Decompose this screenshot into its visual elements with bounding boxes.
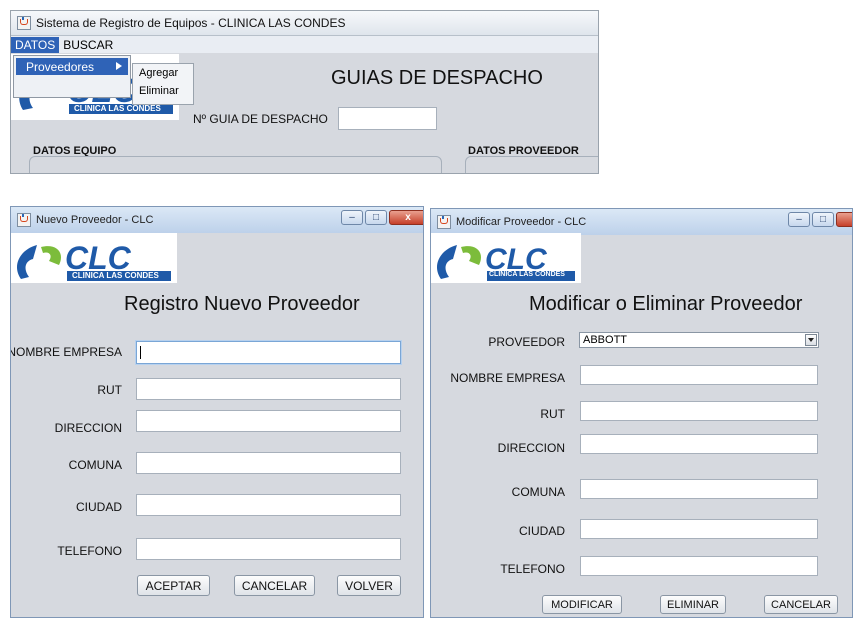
main-window: Sistema de Registro de Equipos - CLINICA… [10, 10, 599, 174]
input-telefono[interactable] [136, 538, 401, 560]
guia-label: Nº GUIA DE DESPACHO [193, 112, 328, 126]
submenu-arrow-icon [116, 62, 122, 70]
submenu-eliminar[interactable]: Eliminar [133, 82, 193, 100]
label-telefono: TELEFONO [500, 562, 565, 576]
minimize-icon[interactable]: – [788, 212, 810, 227]
chevron-down-icon[interactable] [805, 334, 817, 346]
label-ciudad: CIUDAD [75, 500, 122, 514]
eliminar-button[interactable]: ELIMINAR [660, 595, 726, 614]
input-ciudad[interactable] [136, 494, 401, 516]
label-ciudad: CIUDAD [518, 524, 565, 538]
label-rut: RUT [540, 407, 565, 421]
menu-bar: DATOS BUSCAR [11, 36, 598, 53]
label-direccion: DIRECCION [497, 441, 565, 455]
label-telefono: TELEFONO [57, 544, 122, 558]
logo-subtext: CLINICA LAS CONDES [489, 271, 565, 278]
datos-dropdown: Proveedores [13, 55, 131, 98]
proveedor-select[interactable]: ABBOTT [579, 332, 819, 348]
input-rut[interactable] [580, 401, 818, 421]
nuevo-title-bar: Nuevo Proveedor - CLC – □ x [11, 207, 423, 233]
main-window-title: Sistema de Registro de Equipos - CLINICA… [36, 16, 346, 30]
proveedor-selected-value: ABBOTT [583, 334, 628, 346]
close-icon[interactable]: x [389, 210, 423, 225]
input-nombre-empresa[interactable] [580, 365, 818, 385]
input-rut[interactable] [136, 378, 401, 400]
group-equipo [29, 156, 442, 173]
nuevo-heading: Registro Nuevo Proveedor [124, 293, 360, 315]
nuevo-proveedor-dialog: Nuevo Proveedor - CLC – □ x CLC CLINICA … [10, 206, 424, 618]
label-comuna: COMUNA [511, 485, 565, 499]
logo-subtext: CLINICA LAS CONDES [74, 104, 161, 113]
cancelar-button[interactable]: CANCELAR [234, 575, 315, 596]
menu-item-proveedores-label: Proveedores [26, 59, 95, 74]
input-comuna[interactable] [580, 479, 818, 499]
menu-item-proveedores[interactable]: Proveedores [16, 58, 128, 75]
label-comuna: COMUNA [68, 458, 122, 472]
close-icon[interactable]: x [836, 212, 852, 227]
menu-buscar[interactable]: BUSCAR [59, 37, 117, 53]
input-telefono[interactable] [580, 556, 818, 576]
nuevo-window-controls: – □ x [341, 210, 423, 225]
modificar-title-bar: Modificar Proveedor - CLC – □ x [431, 209, 852, 235]
label-direccion: DIRECCION [54, 421, 122, 435]
label-proveedor: PROVEEDOR [488, 335, 565, 349]
guias-heading: GUIAS DE DESPACHO [331, 67, 543, 89]
proveedores-submenu: Agregar Eliminar [132, 63, 194, 105]
minimize-icon[interactable]: – [341, 210, 363, 225]
modificar-dialog-title: Modificar Proveedor - CLC [456, 216, 587, 228]
volver-button[interactable]: VOLVER [337, 575, 401, 596]
label-rut: RUT [97, 383, 122, 397]
main-title-bar: Sistema de Registro de Equipos - CLINICA… [11, 11, 598, 36]
input-nombre-empresa[interactable] [136, 341, 401, 364]
logo-subtext: CLINICA LAS CONDES [72, 271, 159, 280]
java-icon [437, 215, 451, 229]
submenu-agregar[interactable]: Agregar [133, 64, 193, 82]
clc-logo: CLC CLINICA LAS CONDES [11, 233, 177, 283]
java-icon [17, 213, 31, 227]
label-nombre-empresa: NOMBRE EMPRESA [450, 371, 565, 385]
input-comuna[interactable] [136, 452, 401, 474]
maximize-icon[interactable]: □ [365, 210, 387, 225]
cancelar-button[interactable]: CANCELAR [764, 595, 838, 614]
menu-datos[interactable]: DATOS [11, 36, 60, 53]
modificar-window-controls: – □ x [788, 212, 852, 227]
group-proveedor [465, 156, 598, 173]
maximize-icon[interactable]: □ [812, 212, 834, 227]
nuevo-dialog-title: Nuevo Proveedor - CLC [36, 214, 154, 226]
java-icon [17, 16, 31, 30]
guia-input[interactable] [338, 107, 437, 130]
modificar-button[interactable]: MODIFICAR [542, 595, 622, 614]
modificar-proveedor-dialog: Modificar Proveedor - CLC – □ x CLC CLIN… [430, 208, 853, 618]
text-caret [140, 346, 141, 359]
modificar-heading: Modificar o Eliminar Proveedor [529, 293, 803, 315]
aceptar-button[interactable]: ACEPTAR [137, 575, 210, 596]
input-direccion[interactable] [580, 434, 818, 454]
clc-logo: CLC CLINICA LAS CONDES [431, 233, 581, 283]
input-direccion[interactable] [136, 410, 401, 432]
label-nombre-empresa: NOMBRE EMPRESA [10, 345, 122, 359]
input-ciudad[interactable] [580, 519, 818, 539]
